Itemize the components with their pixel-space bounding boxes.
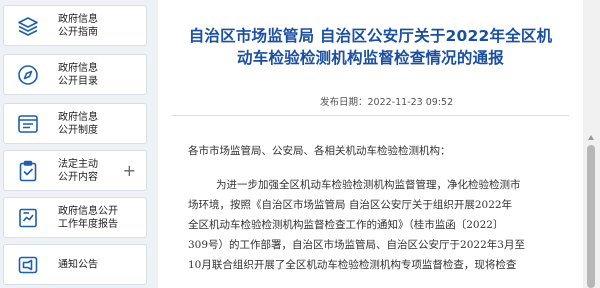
sidebar-nav: 政府信息 公开指南 政府信息 公开目录 政府信息 公开制度 法定主动 公开内容 … [0, 0, 156, 288]
announcement-icon [17, 254, 39, 276]
layers-icon [17, 15, 39, 37]
body-paragraph: 为进一步加强全区机动车检验检测机构监督管理，净化检验检测市 场环境，按照《自治区… [188, 175, 563, 275]
publish-date: 发布日期：2022-11-23 09:52 [320, 94, 453, 108]
expand-plus-icon[interactable]: + [123, 162, 136, 179]
sidebar-item-label: 政府信息公开 工作年度报告 [58, 205, 118, 230]
sidebar-item-disclosure-rules[interactable]: 政府信息 公开制度 [3, 103, 147, 144]
sidebar-item-disclosure-catalog[interactable]: 政府信息 公开目录 [3, 54, 147, 95]
report-chart-icon [17, 207, 39, 229]
sidebar-item-disclosure-guide[interactable]: 政府信息 公开指南 [3, 5, 147, 46]
publish-date-value: 2022-11-23 09:52 [367, 97, 454, 108]
clipboard-check-icon [17, 160, 39, 182]
body-line: 场环境，按照《自治区市场监管局 自治区公安厅关于组织开展2022年 [188, 199, 513, 211]
sidebar-item-label: 通知公告 [58, 259, 98, 270]
document-list-icon [17, 113, 39, 135]
compass-icon [17, 64, 39, 86]
sidebar-item-label: 政府信息 公开指南 [58, 13, 98, 38]
salutation: 各市市场监管局、公安局、各相关机动车检验检测机构： [188, 145, 451, 157]
body-line: 为进一步加强全区机动车检验检测机构监督管理，净化检验检测市 [216, 179, 521, 191]
vertical-scrollbar[interactable] [583, 0, 600, 288]
sidebar-item-label: 法定主动 公开内容 [58, 158, 98, 183]
body-line: 全区机动车检验检测机构监督检查工作的通知》（桂市监函〔2022〕 [188, 219, 504, 231]
article-title: 自治区市场监管局 自治区公安厅关于2022年全区机 动车检验检测机构监督检查情况… [188, 27, 553, 67]
publish-date-label: 发布日期： [320, 97, 368, 108]
body-line: 309号）的工作部署，自治区市场监管局、自治区公安厅于2022年3月至 [188, 239, 525, 251]
sidebar-item-statutory-content[interactable]: 法定主动 公开内容 + [3, 150, 147, 191]
sidebar-item-annual-report[interactable]: 政府信息公开 工作年度报告 [3, 197, 147, 238]
article-body: 各市市场监管局、公安局、各相关机动车检验检测机构： 为进一步加强全区机动车检验检… [188, 141, 563, 275]
article-panel: 自治区市场监管局 自治区公安厅关于2022年全区机 动车检验检测机构监督检查情况… [158, 0, 583, 288]
scroll-up-arrow-icon[interactable] [588, 135, 594, 140]
scrollbar-thumb[interactable] [587, 145, 595, 288]
sidebar-item-label: 政府信息 公开目录 [58, 62, 98, 87]
title-divider [172, 115, 569, 116]
body-line: 10月联合组织开展了全区机动车检验检测机构专项监督检查，现将检查 [188, 259, 517, 271]
sidebar-item-label: 政府信息 公开制度 [58, 111, 98, 136]
sidebar-item-announcements[interactable]: 通知公告 [3, 244, 147, 285]
